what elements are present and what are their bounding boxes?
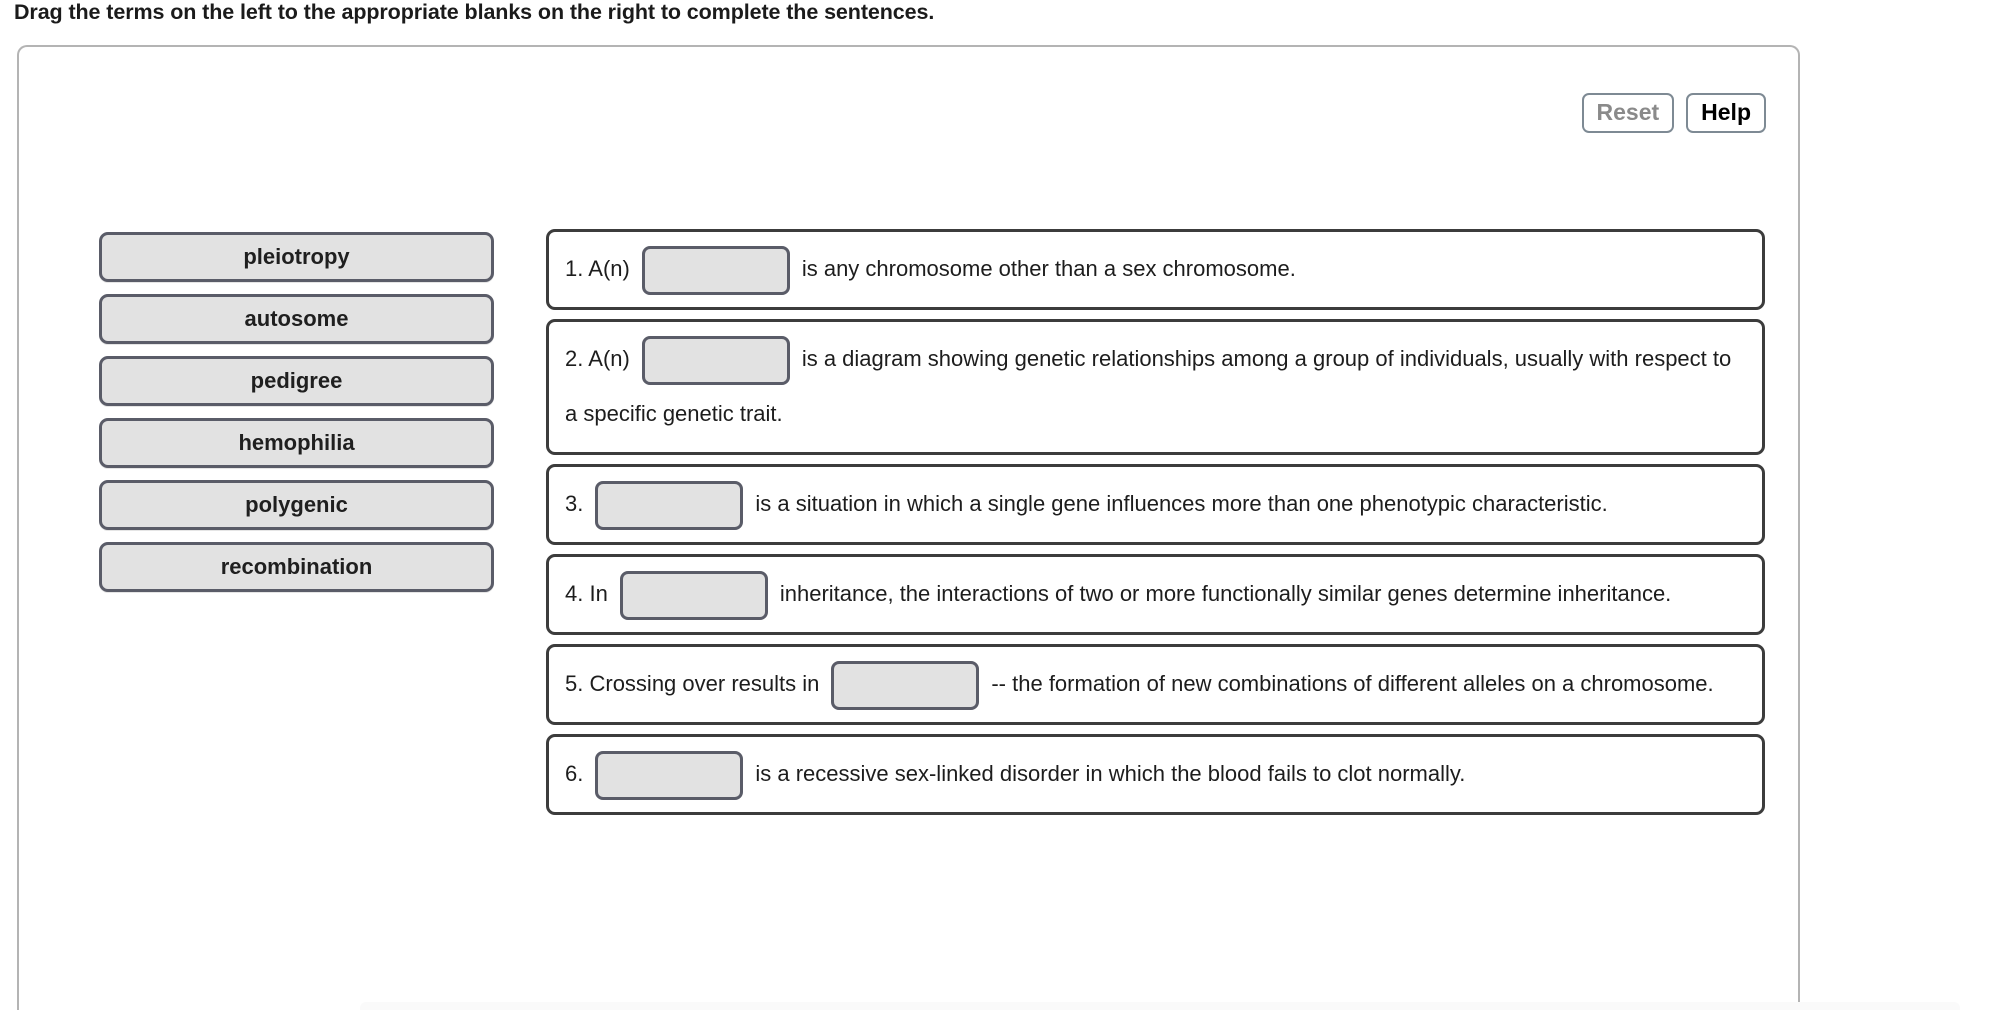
sentence-text-before: In (589, 581, 608, 606)
term-bank: pleiotropy autosome pedigree hemophilia poly… (99, 232, 494, 592)
term-chip[interactable]: polygenic (99, 480, 494, 530)
drop-blank[interactable] (595, 480, 744, 530)
sentence-row: 4. In inheritance, the interactions of tw… (546, 554, 1765, 635)
sentence-number: 4. (565, 581, 584, 606)
sentence-text-before: A(n) (588, 256, 630, 281)
drop-blank[interactable] (595, 750, 744, 800)
sentence-row: 1. A(n) is any chromosome other than a se… (546, 229, 1765, 310)
sentence-row: 5. Crossing over results in -- the format… (546, 644, 1765, 725)
sentence-list: 1. A(n) is any chromosome other than a se… (546, 229, 1765, 815)
term-chip[interactable]: pedigree (99, 356, 494, 406)
sentence-number: 1. (565, 256, 584, 281)
panel-toolbar: Reset Help (1581, 93, 1766, 134)
sentence-text-after: inheritance, the interactions of two or … (779, 581, 1672, 606)
reset-button[interactable]: Reset (1581, 93, 1675, 134)
sentence-row: 6. is a recessive sex-linked disorder in … (546, 734, 1765, 815)
exercise-panel: Reset Help pleiotropy autosome pedigree hem… (17, 45, 1800, 1010)
sentence-text-after: -- the formation of new combinations of … (991, 671, 1714, 696)
sentence-number: 5. (565, 671, 584, 696)
sentence-text-after: is any chromosome other than a sex chrom… (801, 256, 1296, 281)
panel-bottom-band (360, 1002, 1960, 1010)
drop-blank[interactable] (641, 335, 790, 385)
sentence-number: 3. (565, 491, 584, 516)
drop-blank[interactable] (619, 570, 768, 620)
term-chip[interactable]: recombination (99, 542, 494, 592)
sentence-row: 2. A(n) is a diagram showing genetic rela… (546, 319, 1765, 455)
sentence-text-after: is a recessive sex-linked disorder in wh… (755, 761, 1466, 786)
sentence-number: 6. (565, 761, 584, 786)
term-chip[interactable]: pleiotropy (99, 232, 494, 282)
sentence-text-before: Crossing over results in (589, 671, 820, 696)
help-button[interactable]: Help (1686, 93, 1766, 134)
term-chip[interactable]: autosome (99, 294, 494, 344)
sentence-text-after: is a situation in which a single gene in… (755, 491, 1608, 516)
drop-blank[interactable] (641, 245, 790, 295)
sentence-number: 2. (565, 346, 584, 371)
sentence-text-before: A(n) (588, 346, 630, 371)
sentence-row: 3. is a situation in which a single gene … (546, 464, 1765, 545)
instructions-text: Drag the terms on the left to the approp… (14, 0, 935, 24)
drop-blank[interactable] (831, 660, 980, 710)
term-chip[interactable]: hemophilia (99, 418, 494, 468)
